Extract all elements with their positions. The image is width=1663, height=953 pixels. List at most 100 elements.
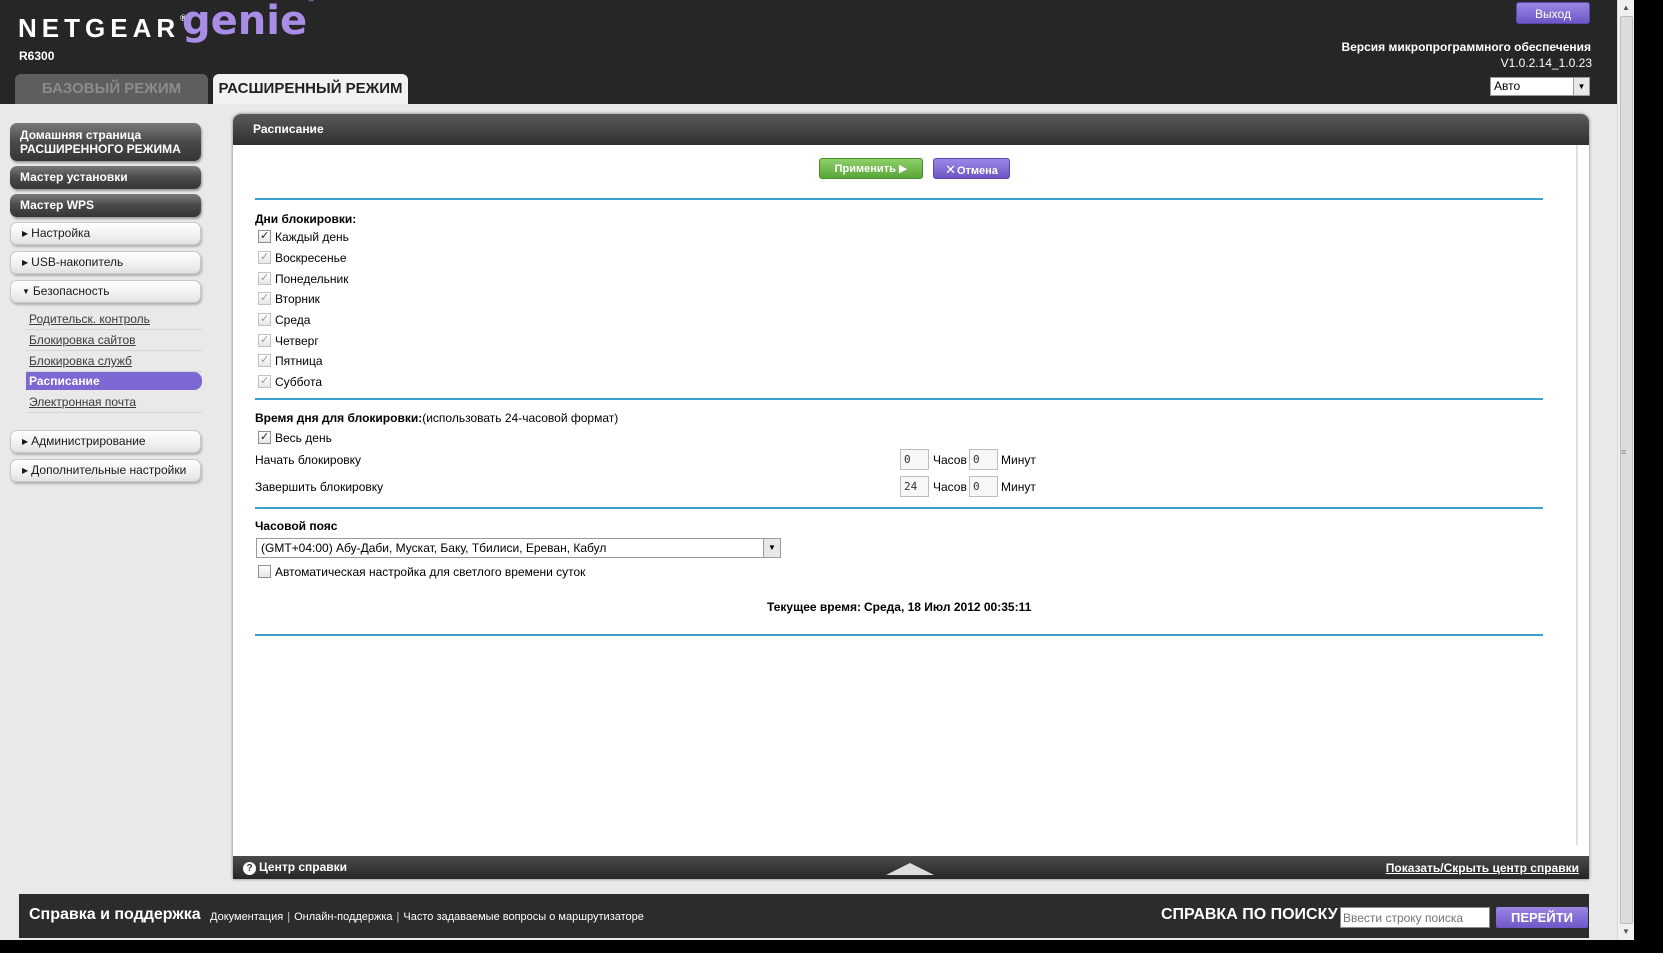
current-time-label: Текущее время: xyxy=(767,600,861,614)
time-format-note: (использовать 24-часовой формат) xyxy=(422,411,619,425)
all-day-option[interactable]: Весь день xyxy=(258,429,332,447)
window-scrollbar[interactable]: ▲ ≡ ▼ xyxy=(1617,0,1634,940)
every-day-checkbox[interactable] xyxy=(258,228,271,245)
triangle-right-icon: ▶ xyxy=(22,466,29,475)
cancel-button[interactable]: ✕Отмена xyxy=(933,158,1010,179)
sidebar-group-usb-storage[interactable]: ▶ USB-накопитель xyxy=(10,251,201,274)
logout-button[interactable]: Выход xyxy=(1516,2,1590,24)
day-thursday[interactable]: Четверг xyxy=(258,332,319,350)
current-time-value: Среда, 18 Июл 2012 00:35:11 xyxy=(864,600,1032,614)
link-separator: | xyxy=(396,911,400,923)
tab-advanced-mode[interactable]: РАСШИРЕННЫЙ РЕЖИМ xyxy=(213,74,408,104)
firmware-version: V1.0.2.14_1.0.23 xyxy=(1500,56,1592,70)
saturday-checkbox[interactable] xyxy=(258,373,271,390)
triangle-right-icon: ▶ xyxy=(22,437,29,446)
expand-up-icon[interactable] xyxy=(886,863,934,875)
page-title: Расписание xyxy=(233,114,1589,145)
triangle-right-icon: ▶ xyxy=(22,229,29,238)
link-separator: | xyxy=(287,911,291,923)
help-center-toggle[interactable]: ? Центр справки xyxy=(243,860,347,875)
timezone-value: (GMT+04:00) Абу-Даби, Мускат, Баку, Тбил… xyxy=(261,541,607,555)
documentation-link[interactable]: Документация xyxy=(210,911,283,923)
sidebar-item-setup-wizard[interactable]: Мастер установки xyxy=(10,166,201,189)
start-minute-input[interactable]: 0 xyxy=(969,449,998,470)
header: NETGEAR® genie™ R6300 БАЗОВЫЙ РЕЖИМ РАСШ… xyxy=(0,0,1617,104)
end-minute-input[interactable]: 0 xyxy=(969,476,998,497)
sidebar-group-security[interactable]: ▼ Безопасность xyxy=(10,280,201,303)
divider xyxy=(255,398,1543,400)
divider xyxy=(255,507,1543,509)
scroll-down-icon[interactable]: ▼ xyxy=(1618,924,1634,940)
start-hour-input[interactable]: 0 xyxy=(900,449,929,470)
sidebar-group-setup[interactable]: ▶ Настройка xyxy=(10,222,201,245)
tuesday-checkbox[interactable] xyxy=(258,290,271,307)
scrollbar-thumb[interactable] xyxy=(1620,16,1633,924)
chevron-down-icon: ▼ xyxy=(763,539,780,557)
day-friday[interactable]: Пятница xyxy=(258,352,323,370)
router-admin-window: NETGEAR® genie™ R6300 БАЗОВЫЙ РЕЖИМ РАСШ… xyxy=(0,0,1617,940)
language-value: Авто xyxy=(1494,79,1521,93)
brand-logo: NETGEAR® xyxy=(18,13,187,43)
sunday-checkbox[interactable] xyxy=(258,249,271,266)
sidebar: Домашняя страница РАСШИРЕННОГО РЕЖИМА Ма… xyxy=(0,104,218,894)
search-input[interactable] xyxy=(1340,907,1490,928)
footer: Справка и поддержка Документация | Онлайн-… xyxy=(19,894,1589,938)
sidebar-item-block-sites[interactable]: Блокировка сайтов xyxy=(26,330,202,351)
help-icon: ? xyxy=(243,862,256,875)
block-days-title: Дни блокировки: xyxy=(255,212,357,226)
end-minute-unit: Минут xyxy=(1001,480,1036,494)
sidebar-item-block-services[interactable]: Блокировка служб xyxy=(26,351,202,372)
apply-button[interactable]: Применить ▶ xyxy=(819,158,923,179)
firmware-label: Версия микропрограммного обеспечения xyxy=(1341,40,1591,54)
divider xyxy=(255,198,1543,200)
sidebar-item-email[interactable]: Электронная почта xyxy=(26,392,202,413)
sidebar-item-parental-control[interactable]: Родительск. контроль xyxy=(26,309,202,330)
show-hide-help-link[interactable]: Показать/Скрыть центр справки xyxy=(1386,861,1579,875)
model-name: R6300 xyxy=(19,49,55,63)
grip-icon: ≡ xyxy=(1621,447,1627,457)
panel-scrollbar[interactable] xyxy=(1576,145,1578,845)
sidebar-group-advanced-setup[interactable]: ▶ Дополнительные настройки xyxy=(10,459,201,482)
triangle-down-icon: ▼ xyxy=(22,287,30,296)
day-saturday[interactable]: Суббота xyxy=(258,373,322,391)
dst-checkbox[interactable] xyxy=(258,565,271,578)
tab-basic-mode[interactable]: БАЗОВЫЙ РЕЖИМ xyxy=(15,74,208,104)
friday-checkbox[interactable] xyxy=(258,352,271,369)
scroll-up-icon[interactable]: ▲ xyxy=(1618,0,1634,16)
start-minute-unit: Минут xyxy=(1001,453,1036,467)
all-day-checkbox[interactable] xyxy=(258,429,271,446)
sidebar-item-advanced-home[interactable]: Домашняя страница РАСШИРЕННОГО РЕЖИМА xyxy=(10,123,201,161)
day-sunday[interactable]: Воскресенье xyxy=(258,249,347,267)
day-tuesday[interactable]: Вторник xyxy=(258,290,320,308)
support-title: Справка и поддержка xyxy=(29,906,201,923)
sidebar-item-schedule[interactable]: Расписание xyxy=(26,372,202,390)
thursday-checkbox[interactable] xyxy=(258,332,271,349)
sidebar-item-wps-wizard[interactable]: Мастер WPS xyxy=(10,194,201,217)
close-icon: ✕ xyxy=(945,162,956,177)
start-block-label: Начать блокировку xyxy=(255,453,362,467)
chevron-down-icon: ▼ xyxy=(1573,78,1589,95)
product-logo: genie™ xyxy=(182,0,316,44)
end-hour-unit: Часов xyxy=(933,480,967,494)
wednesday-checkbox[interactable] xyxy=(258,311,271,328)
faq-link[interactable]: Часто задаваемые вопросы о маршрутизатор… xyxy=(403,911,644,923)
sidebar-group-administration[interactable]: ▶ Администрирование xyxy=(10,430,201,453)
day-wednesday[interactable]: Среда xyxy=(258,311,310,329)
end-block-label: Завершить блокировку xyxy=(255,480,384,494)
help-center-bar: ? Центр справки Показать/Скрыть центр спр… xyxy=(233,856,1589,879)
day-monday[interactable]: Понедельник xyxy=(258,270,348,288)
end-hour-input[interactable]: 24 xyxy=(900,476,929,497)
online-support-link[interactable]: Онлайн-поддержка xyxy=(294,911,392,923)
timezone-select[interactable]: (GMT+04:00) Абу-Даби, Мускат, Баку, Тбил… xyxy=(256,538,781,558)
search-help-label: СПРАВКА ПО ПОИСКУ xyxy=(1161,906,1338,923)
monday-checkbox[interactable] xyxy=(258,270,271,287)
block-time-title: Время дня для блокировки:(использовать 2… xyxy=(255,411,619,425)
support-links: Документация | Онлайн-поддержка | Часто зада… xyxy=(210,911,644,923)
language-select[interactable]: Авто ▼ xyxy=(1490,77,1590,96)
day-every-day[interactable]: Каждый день xyxy=(258,228,349,246)
search-go-button[interactable]: ПЕРЕЙТИ xyxy=(1496,907,1588,928)
dst-option[interactable]: Автоматическая настройка для светлого вр… xyxy=(258,564,585,581)
schedule-panel: Расписание Применить ▶ ✕Отмена Дни блоки… xyxy=(233,114,1589,879)
divider xyxy=(255,634,1543,636)
timezone-title: Часовой пояс xyxy=(255,519,338,533)
